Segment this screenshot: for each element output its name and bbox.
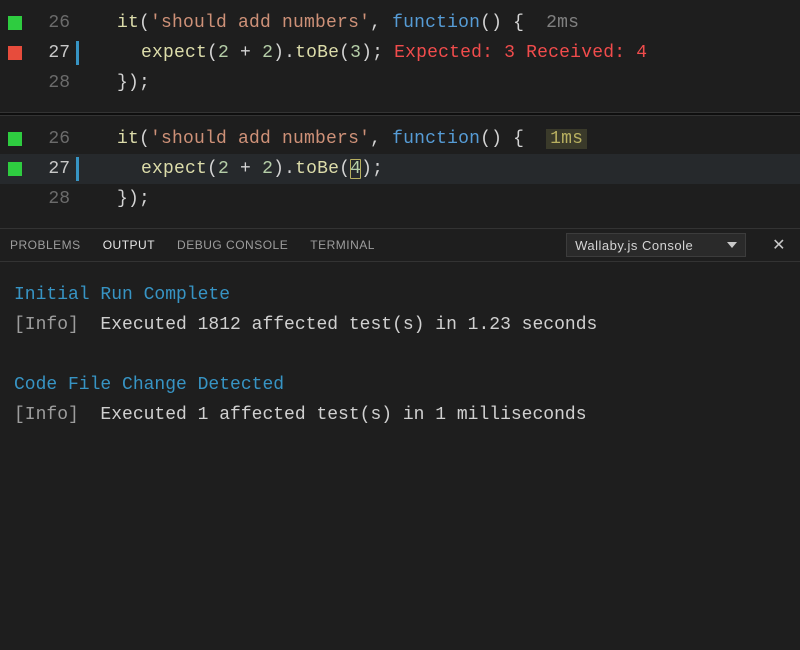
code-line[interactable]: 27expect(2 + 2).toBe(4); xyxy=(0,154,800,184)
code-content: }); xyxy=(81,189,800,209)
line-number: 28 xyxy=(22,73,76,93)
line-number: 28 xyxy=(22,189,76,209)
gutter-spacer xyxy=(8,192,22,206)
tab-output[interactable]: OUTPUT xyxy=(103,238,155,252)
code-content: it('should add numbers', function() { 1m… xyxy=(81,129,800,149)
line-number: 26 xyxy=(22,13,76,33)
close-icon[interactable]: ✕ xyxy=(768,235,790,255)
console-line: Code File Change Detected xyxy=(14,370,786,400)
dropdown-label: Wallaby.js Console xyxy=(575,238,693,253)
cursor-indicator xyxy=(76,157,79,181)
line-number: 27 xyxy=(22,43,76,63)
line-number: 27 xyxy=(22,159,76,179)
console-output[interactable]: Initial Run Complete[Info] Executed 1812… xyxy=(0,262,800,448)
console-line xyxy=(14,340,786,370)
gutter-spacer xyxy=(8,76,22,90)
bottom-panel: PROBLEMS OUTPUT DEBUG CONSOLE TERMINAL W… xyxy=(0,228,800,448)
code-line[interactable]: 28}); xyxy=(0,68,800,98)
line-number: 26 xyxy=(22,129,76,149)
console-line: [Info] Executed 1 affected test(s) in 1 … xyxy=(14,400,786,430)
code-content: expect(2 + 2).toBe(4); xyxy=(81,159,800,179)
code-content: it('should add numbers', function() { 2m… xyxy=(81,13,800,33)
code-line[interactable]: 26it('should add numbers', function() { … xyxy=(0,124,800,154)
cursor-indicator xyxy=(76,41,79,65)
green-test-marker-icon xyxy=(8,162,22,176)
code-line[interactable]: 28}); xyxy=(0,184,800,214)
console-line: [Info] Executed 1812 affected test(s) in… xyxy=(14,310,786,340)
code-line[interactable]: 27expect(2 + 2).toBe(3); Expected: 3 Rec… xyxy=(0,38,800,68)
green-test-marker-icon xyxy=(8,132,22,146)
console-line: Initial Run Complete xyxy=(14,280,786,310)
chevron-down-icon xyxy=(727,242,737,248)
tab-problems[interactable]: PROBLEMS xyxy=(10,238,81,252)
code-line[interactable]: 26it('should add numbers', function() { … xyxy=(0,8,800,38)
red-test-marker-icon xyxy=(8,46,22,60)
code-content: }); xyxy=(81,73,800,93)
panel-tabs: PROBLEMS OUTPUT DEBUG CONSOLE TERMINAL W… xyxy=(0,228,800,262)
code-content: expect(2 + 2).toBe(3); Expected: 3 Recei… xyxy=(81,43,800,63)
green-test-marker-icon xyxy=(8,16,22,30)
editor-pane-after[interactable]: 26it('should add numbers', function() { … xyxy=(0,116,800,228)
tab-terminal[interactable]: TERMINAL xyxy=(310,238,375,252)
editor-pane-before[interactable]: 26it('should add numbers', function() { … xyxy=(0,0,800,112)
output-source-dropdown[interactable]: Wallaby.js Console xyxy=(566,233,746,257)
tab-debug-console[interactable]: DEBUG CONSOLE xyxy=(177,238,288,252)
